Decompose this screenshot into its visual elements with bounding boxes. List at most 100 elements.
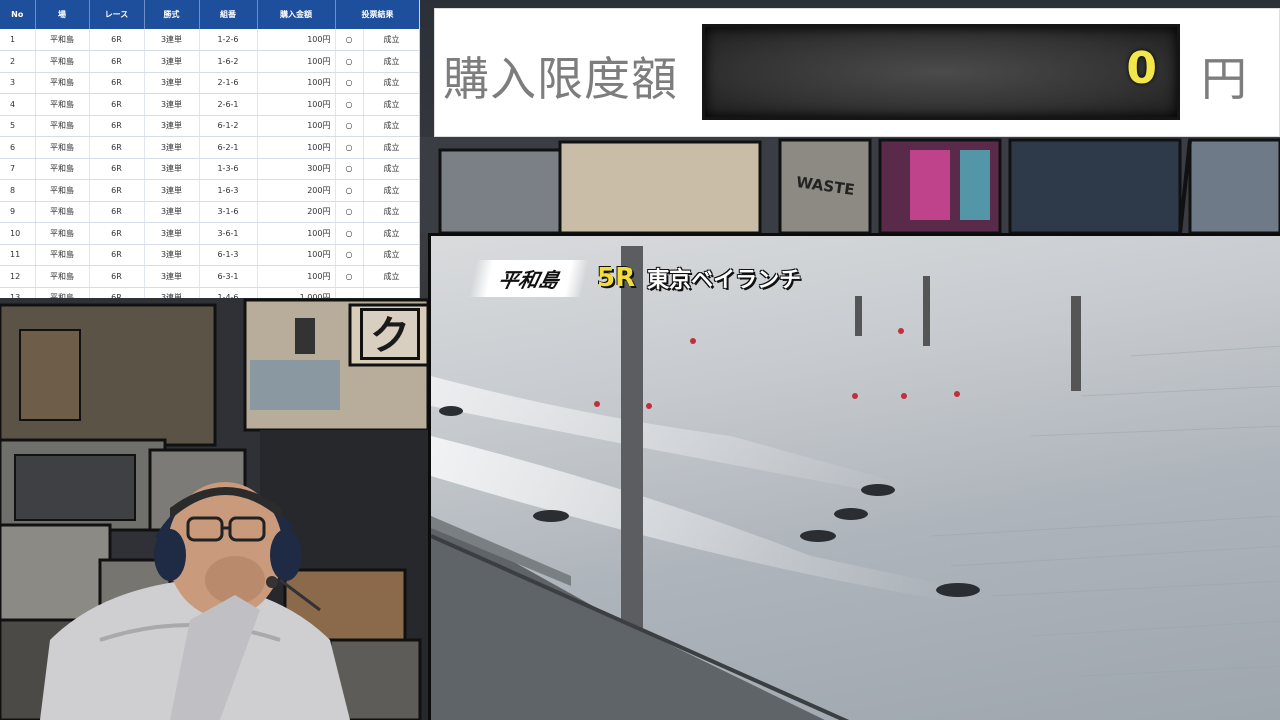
race-venue-tag: 平和島 — [469, 259, 589, 297]
bet-amount: 200円 — [257, 179, 336, 202]
bet-no: 7 — [0, 158, 36, 180]
bet-combination: 1-6-2 — [199, 50, 258, 73]
header-no: No — [0, 0, 36, 29]
bet-amount: 100円 — [257, 265, 336, 288]
bet-amount: 200円 — [257, 201, 336, 223]
bet-combination: 2-6-1 — [199, 93, 258, 116]
bet-row: 5 平和島 6R 3連単 6-1-2 100円 ○ 成立 — [0, 115, 419, 137]
bet-venue: 平和島 — [35, 244, 90, 266]
bet-amount: 100円 — [257, 136, 336, 159]
header-vote-result: 投票結果 — [335, 0, 419, 29]
bet-type: 3連単 — [144, 265, 200, 288]
bet-venue: 平和島 — [35, 115, 90, 137]
bet-race: 6R — [89, 72, 145, 94]
bet-mark: ○ — [335, 136, 364, 159]
bet-race: 6R — [89, 93, 145, 116]
bet-combination: 2-1-6 — [199, 72, 258, 94]
header-venue: 場 — [35, 0, 90, 29]
race-water-scene — [431, 246, 1280, 720]
bet-race: 6R — [89, 265, 145, 288]
bet-result: 成立 — [363, 72, 419, 94]
bet-race: 6R — [89, 287, 145, 298]
bet-combination: 6-3-1 — [199, 265, 258, 288]
bet-amount: 1,000円 — [257, 287, 336, 298]
bet-amount: 100円 — [257, 244, 336, 266]
purchase-limit-panel: 購入限度額 0 円 — [434, 8, 1280, 137]
bet-mark — [335, 287, 364, 298]
bet-combination: 1-2-6 — [199, 29, 258, 51]
bet-venue: 平和島 — [35, 222, 90, 245]
bet-venue: 平和島 — [35, 201, 90, 223]
bet-row: 1 平和島 6R 3連単 1-2-6 100円 ○ 成立 — [0, 29, 419, 51]
bet-combination: 6-2-1 — [199, 136, 258, 159]
bet-amount: 100円 — [257, 50, 336, 73]
bet-row: 12 平和島 6R 3連単 6-3-1 100円 ○ 成立 — [0, 265, 419, 288]
bet-mark: ○ — [335, 50, 364, 73]
bet-result: 成立 — [363, 222, 419, 245]
bet-no: 3 — [0, 72, 36, 94]
bet-row: 2 平和島 6R 3連単 1-6-2 100円 ○ 成立 — [0, 50, 419, 73]
bet-row: 6 平和島 6R 3連単 6-2-1 100円 ○ 成立 — [0, 136, 419, 159]
bet-no: 12 — [0, 265, 36, 288]
bets-table-body: 1 平和島 6R 3連単 1-2-6 100円 ○ 成立 2 平和島 6R 3連単 1-6-2 100円 ○… — [0, 29, 419, 298]
bet-combination: 3-6-1 — [199, 222, 258, 245]
bet-result: 成立 — [363, 29, 419, 51]
bet-race: 6R — [89, 222, 145, 245]
bet-result: 成立 — [363, 244, 419, 266]
bets-table-panel[interactable]: No 場 レース 勝式 組番 購入金額 投票結果 1 平和島 6R 3連単 1-2-6 1… — [0, 0, 420, 298]
race-name: 東京ベイランチ — [647, 268, 802, 293]
bet-row: 10 平和島 6R 3連単 3-6-1 100円 ○ 成立 — [0, 222, 419, 245]
streamer-webcam — [20, 470, 360, 720]
bet-race: 6R — [89, 115, 145, 137]
bet-mark: ○ — [335, 179, 364, 202]
bet-row: 7 平和島 6R 3連単 1-3-6 300円 ○ 成立 — [0, 158, 419, 180]
race-video-feed[interactable]: 平和島 5R 東京ベイランチ — [428, 233, 1280, 720]
bet-no: 13 — [0, 287, 36, 298]
bet-amount: 100円 — [257, 222, 336, 245]
bets-table-header: No 場 レース 勝式 組番 購入金額 投票結果 — [0, 0, 419, 29]
bet-no: 4 — [0, 93, 36, 116]
bet-row: 8 平和島 6R 3連単 1-6-3 200円 ○ 成立 — [0, 179, 419, 202]
bet-amount: 100円 — [257, 93, 336, 116]
bet-type: 3連単 — [144, 179, 200, 202]
bet-result — [363, 287, 419, 298]
bet-mark: ○ — [335, 222, 364, 245]
streamer-figure — [40, 482, 350, 720]
bet-venue: 平和島 — [35, 29, 90, 51]
bet-result: 成立 — [363, 50, 419, 73]
bet-row: 4 平和島 6R 3連単 2-6-1 100円 ○ 成立 — [0, 93, 419, 116]
bet-mark: ○ — [335, 158, 364, 180]
bet-no: 1 — [0, 29, 36, 51]
bet-amount: 100円 — [257, 72, 336, 94]
bet-amount: 300円 — [257, 158, 336, 180]
bet-type: 3連単 — [144, 287, 200, 298]
bet-race: 6R — [89, 179, 145, 202]
bet-type: 3連単 — [144, 222, 200, 245]
bet-mark: ○ — [335, 201, 364, 223]
bet-no: 2 — [0, 50, 36, 73]
bet-mark: ○ — [335, 265, 364, 288]
bet-result: 成立 — [363, 265, 419, 288]
bet-venue: 平和島 — [35, 72, 90, 94]
bet-venue: 平和島 — [35, 136, 90, 159]
bet-type: 3連単 — [144, 72, 200, 94]
bet-combination: 6-1-3 — [199, 244, 258, 266]
bet-mark: ○ — [335, 72, 364, 94]
bets-table: No 場 レース 勝式 組番 購入金額 投票結果 1 平和島 6R 3連単 1-2-6 1… — [0, 0, 419, 298]
bet-amount: 100円 — [257, 29, 336, 51]
bet-race: 6R — [89, 29, 145, 51]
bet-row: 9 平和島 6R 3連単 3-1-6 200円 ○ 成立 — [0, 201, 419, 223]
purchase-limit-unit: 円 — [1201, 52, 1247, 106]
bet-combination: 1-6-3 — [199, 179, 258, 202]
bet-venue: 平和島 — [35, 50, 90, 73]
bet-mark: ○ — [335, 244, 364, 266]
bet-result: 成立 — [363, 201, 419, 223]
bet-venue: 平和島 — [35, 179, 90, 202]
bet-result: 成立 — [363, 136, 419, 159]
bet-row: 3 平和島 6R 3連単 2-1-6 100円 ○ 成立 — [0, 72, 419, 94]
bet-no: 10 — [0, 222, 36, 245]
bet-race: 6R — [89, 50, 145, 73]
bet-row: 13 平和島 6R 3連単 1-4-6 1,000円 — [0, 287, 419, 298]
bet-amount: 100円 — [257, 115, 336, 137]
bet-row: 11 平和島 6R 3連単 6-1-3 100円 ○ 成立 — [0, 244, 419, 266]
